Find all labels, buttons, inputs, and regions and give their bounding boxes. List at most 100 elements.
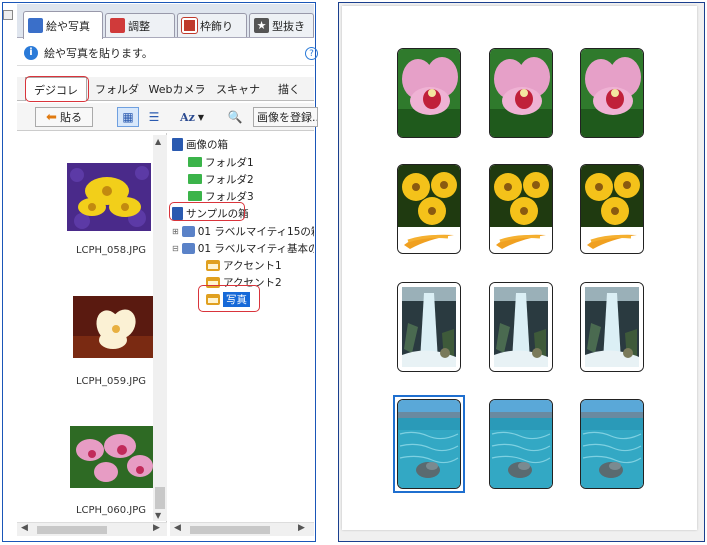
chevron-down-icon: ▼ <box>197 112 204 122</box>
tab-frame[interactable]: 枠飾り <box>177 13 247 37</box>
box-icon <box>172 137 183 151</box>
label-card-pink-orchid[interactable] <box>397 48 461 138</box>
chevron-down-icon: ▼ <box>155 511 162 520</box>
highlight-sample-box <box>169 202 245 221</box>
collapse-icon: ⊟ <box>172 243 179 253</box>
highlight-photo <box>198 285 260 312</box>
subtab-label: スキャナ <box>216 83 260 96</box>
register-image-button[interactable]: 画像を登録... <box>253 107 318 127</box>
printer-icon <box>181 242 195 254</box>
thumbnail-scrollbar[interactable]: ▲ ▼ <box>153 135 167 521</box>
expand-icon: ⊞ <box>172 226 179 236</box>
thumbnail-caption: LCPH_060.JPG <box>75 505 147 516</box>
tree-label: 01 ラベルマイティ基本の箱 <box>197 242 314 255</box>
chevron-left-icon: ◀ <box>21 523 28 533</box>
scrollbar-thumb[interactable] <box>155 487 165 509</box>
label-card-yellow-daisy[interactable] <box>397 164 461 254</box>
tab-photo[interactable]: 絵や写真 <box>23 11 103 39</box>
label-image <box>397 48 461 138</box>
thumbnail-pink-orchid[interactable] <box>70 426 154 488</box>
search-button[interactable]: 🔍 <box>224 107 246 127</box>
photo-icon <box>28 18 43 33</box>
label-image <box>580 164 644 254</box>
folder-icon <box>188 174 202 184</box>
label-image <box>580 48 644 138</box>
sort-az-icon: Az <box>180 110 195 124</box>
label-card-dolphin-sea[interactable] <box>580 399 644 489</box>
tree-label: フォルダ1 <box>205 156 254 169</box>
scrollbar-thumb[interactable] <box>37 526 107 534</box>
subtab-webcam[interactable]: Webカメラ <box>147 77 207 101</box>
thumbnail-caption: LCPH_058.JPG <box>75 245 147 256</box>
thumbnail-caption: LCPH_059.JPG <box>75 376 147 387</box>
help-label: ? <box>309 48 314 59</box>
highlight-digicolle <box>25 76 89 102</box>
tab-label: 絵や写真 <box>46 19 90 33</box>
tree-label: 01 ラベルマイティ15の箱 <box>197 225 314 238</box>
help-icon[interactable]: ? <box>305 47 318 60</box>
label-card-dolphin-sea[interactable] <box>393 395 465 493</box>
sort-button[interactable]: Az ▼ <box>175 107 209 127</box>
tree-hscrollbar[interactable]: ◀ ▶ <box>170 522 314 536</box>
paste-button[interactable]: ⬅ 貼る <box>35 107 93 127</box>
printer-icon <box>181 225 195 237</box>
thumbnail-hscrollbar[interactable]: ◀ ▶ <box>17 522 167 536</box>
tab-shape[interactable]: ★ 型抜き <box>249 13 314 37</box>
label-card-pink-orchid[interactable] <box>580 48 644 138</box>
tab-label: 調整 <box>128 19 150 33</box>
grid-view-button[interactable]: ▦ <box>117 107 139 127</box>
arrow-left-icon: ⬅ <box>46 109 57 125</box>
scrollbar-thumb[interactable] <box>190 526 270 534</box>
tree-label: フォルダ2 <box>205 173 254 186</box>
tree-item-basic[interactable]: ⊟ 01 ラベルマイティ基本の箱 <box>172 240 314 256</box>
frame-icon <box>181 17 198 34</box>
chevron-right-icon: ▶ <box>298 523 305 533</box>
toolbar: ⬅ 貼る ▦ ☰ Az ▼ 🔍 画像を登録... <box>17 103 318 131</box>
list-icon: ☰ <box>148 110 160 124</box>
label-image <box>580 399 644 489</box>
tab-adjust[interactable]: 調整 <box>105 13 175 37</box>
panel-dock-icon[interactable] <box>3 10 13 20</box>
folder-icon <box>188 157 202 167</box>
label-image <box>489 164 553 254</box>
folder-tree: 画像の箱 フォルダ1 フォルダ2 フォルダ3 サンプルの箱 ⊞ 01 ラベルマイ… <box>170 133 314 523</box>
subtab-label: フォルダ <box>95 83 139 96</box>
label-card-waterfall[interactable] <box>489 282 553 372</box>
tree-root[interactable]: 画像の箱 <box>172 136 228 152</box>
label-card-yellow-daisy[interactable] <box>580 164 644 254</box>
folder-icon <box>188 191 202 201</box>
thumbnail-yellow-flowers[interactable] <box>67 163 151 231</box>
tab-bar: 絵や写真 調整 枠飾り ★ 型抜き <box>17 4 314 39</box>
paste-label: 貼る <box>59 111 82 124</box>
chevron-up-icon: ▲ <box>155 137 162 146</box>
subtab-scanner[interactable]: スキャナ <box>209 77 267 101</box>
label-card-waterfall[interactable] <box>397 282 461 372</box>
label-card-yellow-daisy[interactable] <box>489 164 553 254</box>
register-label: 画像を登録... <box>257 111 318 124</box>
tree-item-15[interactable]: ⊞ 01 ラベルマイティ15の箱 <box>172 223 314 239</box>
chevron-left-icon: ◀ <box>174 523 181 533</box>
label-card-waterfall[interactable] <box>580 282 644 372</box>
label-card-dolphin-sea[interactable] <box>489 399 553 489</box>
subtab-folder[interactable]: フォルダ <box>89 77 145 101</box>
tree-accent-1[interactable]: アクセント1 <box>206 257 282 273</box>
adjust-icon <box>110 18 125 33</box>
thumbnail-white-orchid[interactable] <box>73 296 153 358</box>
tray-icon <box>206 259 220 271</box>
tree-folder-2[interactable]: フォルダ2 <box>188 171 254 187</box>
label-image <box>489 282 553 372</box>
label-image <box>397 282 461 372</box>
list-view-button[interactable]: ☰ <box>143 107 165 127</box>
info-bar: i 絵や写真を貼ります。 <box>17 40 314 66</box>
tab-label: 枠飾り <box>200 19 233 33</box>
label-image <box>397 164 461 254</box>
subtab-label: 描く <box>278 83 300 96</box>
label-card-pink-orchid[interactable] <box>489 48 553 138</box>
tree-folder-1[interactable]: フォルダ1 <box>188 154 254 170</box>
label-image <box>489 399 553 489</box>
label-image <box>489 48 553 138</box>
subtab-label: Webカメラ <box>148 83 206 96</box>
grid-icon: ▦ <box>122 110 134 124</box>
info-message: 絵や写真を貼ります。 <box>44 46 153 60</box>
subtab-draw[interactable]: 描く <box>269 77 309 101</box>
